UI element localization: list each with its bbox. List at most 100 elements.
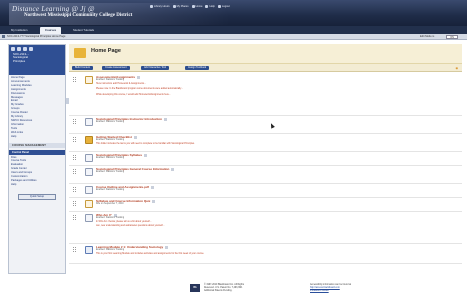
toplink-library-hours[interactable]: Library Hours	[150, 5, 170, 8]
drag-handle-icon[interactable]	[73, 155, 76, 160]
toplink-label: My Places	[176, 5, 189, 8]
tab-bar: My Institution Courses Student Tutorials	[0, 26, 467, 34]
drag-handle-icon[interactable]	[73, 247, 76, 252]
drag-handle-icon[interactable]	[73, 137, 76, 142]
learning-module-icon	[85, 246, 93, 254]
footer-line: Additional Patents Pending.	[204, 290, 233, 292]
content-item: Getting Started Checklist Enabled: Stati…	[69, 134, 462, 152]
footer-accessibility: Accessibility information can be found a…	[310, 284, 400, 293]
content-item: Course Outline and Assignments.pdf Enabl…	[69, 184, 462, 198]
toplink-label: Help	[209, 5, 215, 8]
control-item[interactable]: Help	[11, 183, 63, 187]
edit-mode-label: Edit Mode is	[420, 35, 435, 38]
toplink-logout[interactable]: Logout	[217, 5, 230, 8]
chevron-down-icon[interactable]	[133, 135, 137, 139]
content-item: Learning Module # 1: Understanding Socio…	[69, 244, 462, 264]
folder-icon	[74, 48, 86, 58]
chevron-down-icon[interactable]	[144, 153, 148, 157]
course-name[interactable]: SOC-2113-... Sociological Principles	[11, 52, 63, 63]
content-item: Syllabus and Course Information Quiz Due…	[69, 198, 462, 212]
installation-details-text: Installation Details	[310, 290, 329, 292]
build-content-button[interactable]: Build Content	[72, 65, 94, 70]
item-description: Here instructors add Homework & Assignme…	[96, 83, 147, 85]
site-header: Distance Learning @ Jj @ Northwest Missi…	[0, 0, 467, 26]
toplink-label: Library Hours	[154, 5, 170, 8]
content-item: Assessments/Assignments Enabled: Statist…	[69, 74, 462, 116]
assign-textbook-button[interactable]: Assign Textbook	[185, 65, 210, 70]
rss-icon[interactable]: ◉	[456, 66, 458, 70]
refresh-icon[interactable]	[23, 47, 27, 51]
pdf-icon	[85, 186, 93, 194]
tab-my-institution[interactable]: My Institution	[6, 27, 32, 34]
item-description: This folder includes the items you will …	[96, 143, 195, 145]
toplink-label: Logout	[221, 5, 230, 8]
content-area: Home Page Build Content Create Assessmen…	[69, 44, 462, 282]
places-icon	[172, 5, 176, 8]
course-name-line: Principles	[13, 58, 26, 63]
chevron-down-icon[interactable]	[165, 245, 169, 249]
breadcrumb[interactable]: SOC-2113-Y?? Sociological Principles Hom…	[7, 35, 65, 38]
chevron-down-icon[interactable]	[152, 199, 156, 203]
item-description: While developing this course, I would ad…	[96, 94, 171, 96]
help-icon	[205, 5, 209, 8]
item-description: This is your first Learning Module and i…	[96, 253, 205, 255]
page-title: Home Page	[91, 48, 121, 54]
quick-setup-button[interactable]: Quick Setup	[18, 193, 56, 200]
item-meta: Enabled: Statistics Tracking	[96, 171, 125, 173]
content-item: Sociological Principles General Course I…	[69, 166, 462, 184]
add-icon[interactable]	[11, 47, 15, 51]
drag-handle-icon[interactable]	[73, 215, 76, 220]
item-meta: Enabled: Statistics Tracking	[96, 139, 125, 141]
folder-icon	[85, 136, 93, 144]
course-menu-header: SOC-2113-... Sociological Principles	[9, 45, 65, 75]
toplink-label: Home	[195, 5, 203, 8]
accessibility-link-text: http://access.blackboard.com	[310, 287, 340, 289]
add-interactive-tool-button[interactable]: Add Interactive Tool	[141, 65, 169, 70]
installation-details-link[interactable]: Installation Details	[310, 290, 400, 293]
drag-handle-icon[interactable]	[73, 187, 76, 192]
drag-handle-icon[interactable]	[73, 169, 76, 174]
discussion-icon	[85, 214, 93, 222]
top-links: Library Hours My Places Home Help Logout	[150, 5, 230, 8]
control-panel-list: Files Course Tools Evaluation Grade Cent…	[9, 155, 65, 188]
page-header: Home Page	[69, 44, 462, 64]
chevron-down-icon[interactable]	[171, 167, 175, 171]
item-meta: Due on September 7, 2010	[96, 203, 124, 205]
toplink-home[interactable]: Home	[191, 5, 203, 8]
clock-icon	[150, 5, 153, 8]
course-menu: SOC-2113-... Sociological Principles Hom…	[8, 44, 66, 274]
chevron-down-icon[interactable]	[137, 75, 141, 79]
content-item: Sociological Principles Syllabus Enabled…	[69, 152, 462, 166]
course-management-heading: COURSE MANAGEMENT	[9, 142, 65, 148]
drag-handle-icon[interactable]	[73, 201, 76, 206]
assignment-icon	[85, 76, 93, 84]
course-menu-list: Home Page Announcements Learning Modules…	[9, 75, 65, 140]
content-item: Sociological Principles Instructor Intro…	[69, 116, 462, 134]
drag-handle-icon[interactable]	[73, 119, 76, 124]
window-icon[interactable]	[29, 47, 33, 51]
item-meta: Enabled: Statistics Tracking	[96, 121, 125, 123]
course-menu-tools	[11, 47, 63, 51]
blackboard-logo: Bb	[190, 284, 200, 292]
item-meta: Enabled: Statistics Tracking	[96, 249, 125, 251]
item-meta: Enabled: Statistics Tracking	[96, 217, 125, 219]
site-title: Distance Learning @ Jj @	[12, 5, 95, 13]
drag-handle-icon[interactable]	[73, 77, 76, 82]
chevron-down-icon[interactable]	[150, 185, 154, 189]
document-icon	[85, 118, 93, 126]
page-footer: Bb © 1997-2010 Blackboard Inc. All Right…	[190, 283, 430, 295]
toplink-help[interactable]: Help	[205, 5, 215, 8]
create-assessment-button[interactable]: Create Assessment	[102, 65, 130, 70]
document-icon	[85, 168, 93, 176]
nav-item[interactable]: Help	[11, 135, 63, 139]
action-bar: Build Content Create Assessment Add Inte…	[69, 64, 462, 72]
chevron-down-icon[interactable]	[164, 117, 168, 121]
home-icon[interactable]	[2, 35, 5, 38]
item-meta: Enabled: Statistics Tracking	[96, 189, 125, 191]
sort-icon[interactable]	[17, 47, 21, 51]
toplink-my-places[interactable]: My Places	[172, 5, 189, 8]
edit-mode-toggle[interactable]: ON	[446, 34, 458, 39]
tab-student-tutorials[interactable]: Student Tutorials	[68, 27, 99, 34]
tab-courses[interactable]: Courses	[40, 27, 62, 34]
logout-icon	[217, 5, 221, 8]
